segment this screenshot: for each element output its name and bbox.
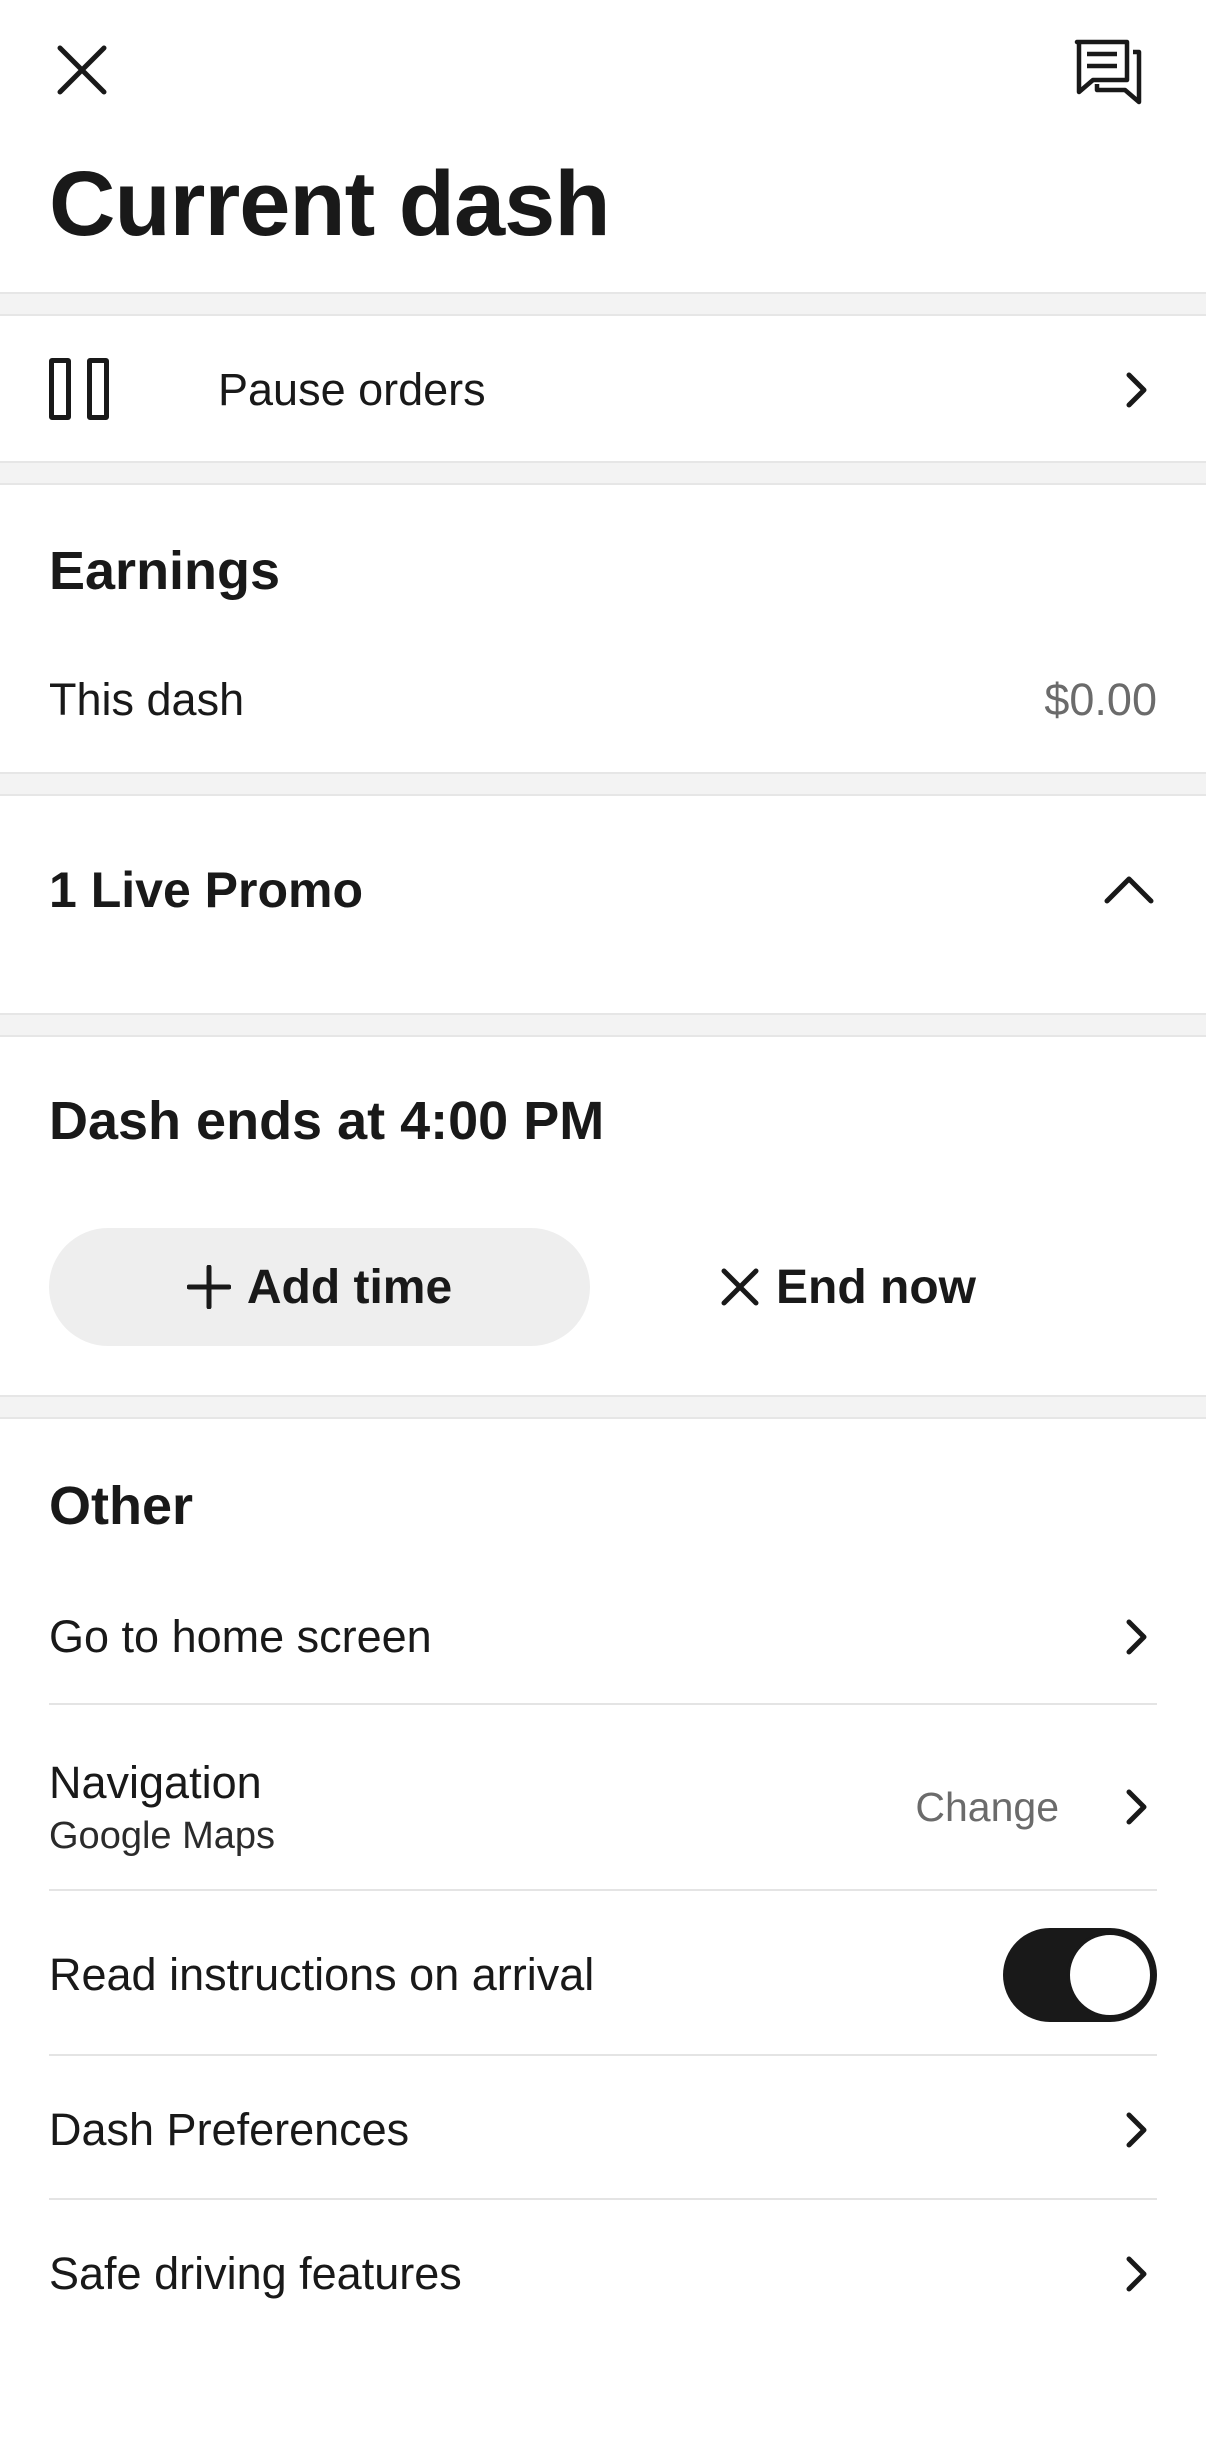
chevron-right-icon bbox=[1117, 1617, 1157, 1657]
current-dash-screen: Current dash Pause orders Earnings This … bbox=[0, 0, 1206, 2458]
dash-preferences-row[interactable]: Dash Preferences bbox=[49, 2098, 1157, 2162]
earnings-heading: Earnings bbox=[49, 541, 281, 601]
go-to-home-screen-label: Go to home screen bbox=[49, 1611, 432, 1662]
pause-orders-label: Pause orders bbox=[218, 364, 486, 415]
section-divider bbox=[0, 1395, 1206, 1419]
row-divider bbox=[49, 1703, 1157, 1705]
row-divider bbox=[49, 1889, 1157, 1891]
earnings-this-dash-row: This dash $0.00 bbox=[49, 670, 1157, 730]
chevron-right-icon bbox=[1117, 2110, 1157, 2150]
navigation-value: Google Maps bbox=[49, 1814, 276, 1857]
add-time-label: Add time bbox=[246, 1260, 453, 1314]
plus-icon bbox=[186, 1265, 231, 1309]
chat-icon bbox=[1074, 39, 1142, 105]
pause-icon bbox=[49, 358, 115, 422]
read-instructions-row: Read instructions on arrival bbox=[49, 1925, 1157, 2025]
other-heading: Other bbox=[49, 1476, 194, 1536]
this-dash-value: $0.00 bbox=[1044, 674, 1157, 725]
safe-driving-label: Safe driving features bbox=[49, 2248, 462, 2299]
live-promo-row[interactable]: 1 Live Promo bbox=[49, 850, 1157, 930]
dash-preferences-label: Dash Preferences bbox=[49, 2104, 410, 2155]
this-dash-label: This dash bbox=[49, 674, 245, 725]
read-instructions-label: Read instructions on arrival bbox=[49, 1949, 595, 2000]
navigation-label: Navigation bbox=[49, 1756, 262, 1808]
chevron-right-icon bbox=[1117, 1787, 1157, 1827]
row-divider bbox=[49, 2198, 1157, 2200]
chat-button[interactable] bbox=[1068, 32, 1148, 112]
go-to-home-screen-row[interactable]: Go to home screen bbox=[49, 1605, 1157, 1669]
navigation-row[interactable]: Navigation Google Maps Change bbox=[49, 1742, 1157, 1872]
row-divider bbox=[49, 2054, 1157, 2056]
end-now-label: End now bbox=[776, 1260, 976, 1314]
chevron-right-icon bbox=[1117, 370, 1157, 410]
toggle-knob bbox=[1067, 1932, 1153, 2018]
chevron-up-icon bbox=[1101, 870, 1157, 910]
live-promo-title: 1 Live Promo bbox=[49, 862, 363, 918]
pause-orders-row[interactable]: Pause orders bbox=[49, 340, 1157, 440]
close-button[interactable] bbox=[46, 34, 118, 106]
chevron-right-icon bbox=[1117, 2254, 1157, 2294]
read-instructions-toggle[interactable] bbox=[1003, 1928, 1157, 2022]
page-title: Current dash bbox=[49, 153, 611, 255]
add-time-button[interactable]: Add time bbox=[49, 1228, 590, 1346]
section-divider bbox=[0, 1013, 1206, 1037]
section-divider bbox=[0, 292, 1206, 316]
end-now-button[interactable]: End now bbox=[720, 1228, 990, 1346]
section-divider bbox=[0, 772, 1206, 796]
close-icon bbox=[721, 1268, 759, 1306]
safe-driving-row[interactable]: Safe driving features bbox=[49, 2242, 1157, 2306]
dash-ends-title: Dash ends at 4:00 PM bbox=[49, 1091, 605, 1151]
navigation-change-link[interactable]: Change bbox=[915, 1784, 1059, 1831]
section-divider bbox=[0, 461, 1206, 485]
top-bar bbox=[0, 0, 1206, 150]
close-icon bbox=[57, 45, 107, 95]
